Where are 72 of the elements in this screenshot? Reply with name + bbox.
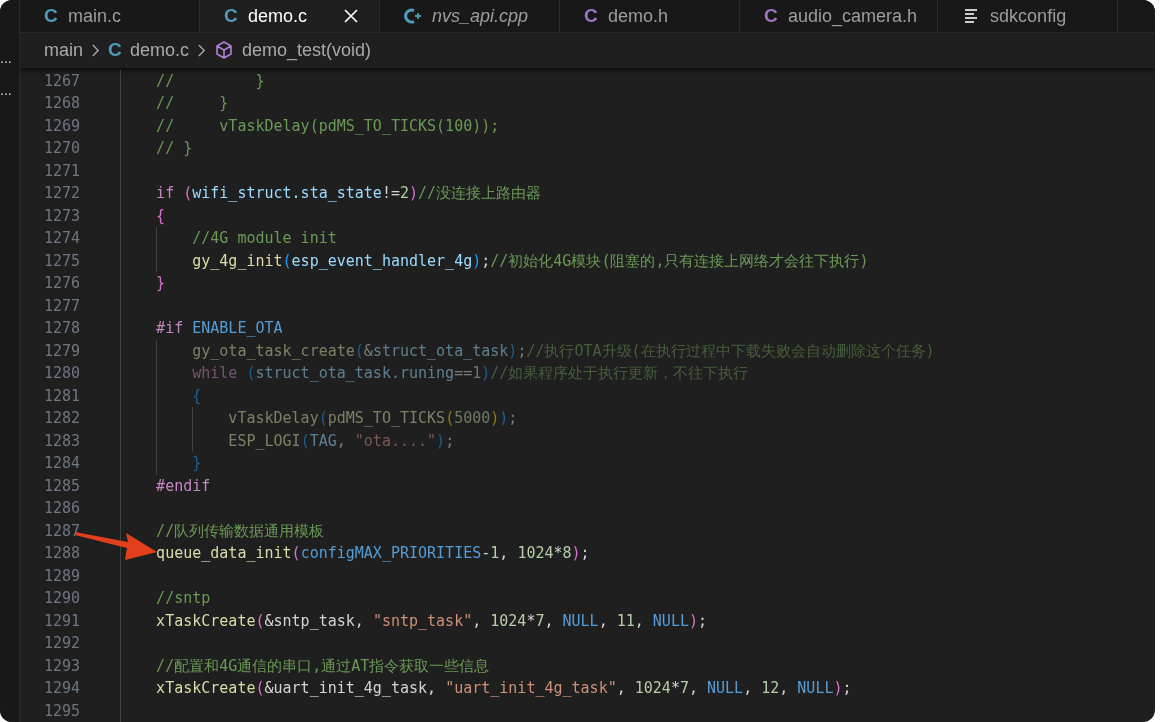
line-number: 1269 [42, 115, 80, 137]
line-number: 1268 [42, 93, 80, 114]
file-tab[interactable]: sdkconfig [938, 0, 1119, 33]
c-file-icon: C [44, 5, 58, 28]
line-number: 1267 [42, 70, 80, 92]
code-line: //sntp [155, 589, 211, 607]
line-number: 1292 [42, 633, 80, 654]
line-number: 1284 [42, 453, 80, 474]
line-number: 1272 [42, 183, 80, 204]
code-line: //配置和4G通信的串口,通过AT指令获取一些信息 [155, 656, 490, 675]
file-tab[interactable]: nvs_api.cpp [380, 0, 560, 33]
code-line: ESP_LOGI(TAG, "ota...."); [227, 431, 455, 450]
line-number: 1273 [42, 205, 80, 227]
line-number: 1275 [42, 250, 80, 272]
code-line: // vTaskDelay(pdMS_TO_TICKS(100)); [155, 116, 500, 135]
c-file-icon: C [584, 5, 598, 28]
code-line: if (wifi_struct.sta_state!=2)//没连接上路由器 [155, 184, 542, 202]
line-number: 1289 [42, 565, 80, 587]
chevron-icon [197, 42, 207, 58]
line-number: 1271 [42, 160, 80, 182]
sidebar-label: ... [0, 50, 13, 66]
line-number: 1286 [42, 498, 80, 519]
line-number: 1277 [42, 295, 80, 317]
code-line: gy_ota_task_create(&struct_ota_task);//执行OTA升级(在执行过程中下载失败会自动删除这个任务) [191, 341, 935, 360]
line-number: 1288 [42, 543, 80, 564]
line-number: 1282 [42, 408, 80, 429]
code-line: } [191, 454, 202, 472]
cube-icon [214, 40, 235, 61]
code-line: xTaskCreate(&sntp_task, "sntp_task", 1024*7, NULL, 11, NULL); [155, 611, 708, 630]
code-line: gy_4g_init(esp_event_handler_4g);//初始化4G模块(阻塞的,只有连接上网络才会往下执行) [191, 251, 869, 270]
line-number: 1287 [42, 520, 80, 542]
breadcrumb-item[interactable]: demo_test(void) [242, 39, 372, 61]
line-number: 1293 [42, 655, 80, 677]
line-number: 1276 [42, 273, 80, 294]
file-tab[interactable]: C demo.h [560, 0, 740, 33]
line-number: 1270 [42, 138, 80, 159]
file-tab[interactable]: C audio_camera.h [740, 0, 939, 33]
c-file-icon: C [764, 5, 778, 28]
line-number: 1291 [42, 610, 80, 632]
line-number: 1280 [42, 363, 80, 384]
code-line: #endif [155, 476, 211, 495]
c-file-icon: C [224, 5, 238, 28]
line-number: 1283 [42, 430, 80, 452]
code-line: while (struct_ota_task.runing==1)//如果程序处于执行更新，不往下执行 [191, 364, 749, 382]
code-line: //队列传输数据通用模板 [155, 521, 325, 540]
code-line: xTaskCreate(&uart_init_4g_task, "uart_init_4g_task", 1024*7, NULL, 12, NULL); [155, 679, 852, 697]
sidebar-label: ... [0, 82, 13, 98]
line-number: 1274 [42, 228, 80, 249]
code-line: vTaskDelay(pdMS_TO_TICKS(5000)); [227, 409, 518, 427]
code-line: #if ENABLE_OTA [155, 319, 283, 337]
code-line: } [155, 274, 166, 292]
cpp-file-icon [404, 7, 422, 26]
close-icon[interactable] [343, 8, 359, 25]
line-number: 1281 [42, 385, 80, 407]
breadcrumb-item[interactable]: main [44, 39, 83, 61]
line-number: 1295 [42, 700, 80, 722]
code-line: { [191, 386, 202, 405]
chevron-icon [91, 42, 100, 58]
code-line: // } [155, 71, 265, 90]
file-tab[interactable]: C demo.c [200, 0, 380, 33]
breadcrumb-item[interactable]: demo.c [130, 39, 190, 61]
line-number: 1294 [42, 678, 80, 699]
line-number: 1285 [42, 475, 80, 497]
code-line: // } [155, 139, 193, 157]
line-number: 1278 [42, 318, 80, 339]
line-number: 1290 [42, 588, 80, 609]
code-line: queue_data_init(configMAX_PRIORITIES-1, 1024*8); [155, 544, 590, 562]
code-line: // } [155, 94, 229, 112]
code-line: //4G module init [191, 229, 337, 247]
c-file-icon: C [108, 39, 122, 62]
code-line: { [155, 206, 166, 225]
line-number: 1279 [42, 340, 80, 362]
